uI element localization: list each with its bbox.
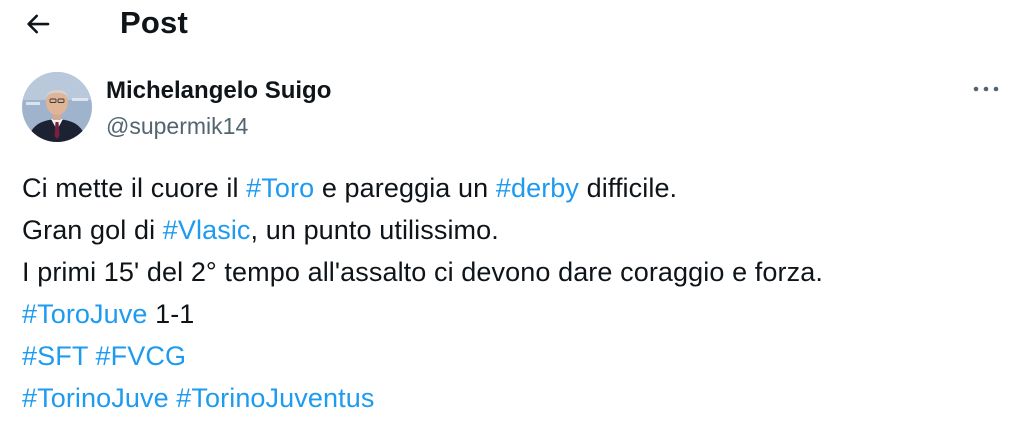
post-header: Post xyxy=(0,0,1024,50)
author-handle[interactable]: @supermik14 xyxy=(106,111,248,141)
hashtag-link[interactable]: #ToroJuve xyxy=(22,299,147,329)
post-text-segment: e pareggia un xyxy=(314,173,496,203)
hashtag-link[interactable]: #SFT xyxy=(22,341,88,371)
post-text: Ci mette il cuore il #Toro e pareggia un… xyxy=(22,167,1002,419)
hashtag-link[interactable]: #TorinoJuventus xyxy=(176,383,374,413)
hashtag-link[interactable]: #derby xyxy=(496,173,579,203)
post-line: #SFT #FVCG xyxy=(22,335,1002,377)
page-title: Post xyxy=(120,5,188,40)
post-text-segment: I primi 15' del 2° tempo all'assalto ci … xyxy=(22,257,823,287)
author-name[interactable]: Michelangelo Suigo xyxy=(106,76,331,106)
hashtag-link[interactable]: #FVCG xyxy=(96,341,187,371)
back-button[interactable] xyxy=(18,4,58,44)
more-options-button[interactable] xyxy=(966,74,1006,104)
hashtag-link[interactable]: #Toro xyxy=(246,173,314,203)
post-text-segment: , un punto utilissimo. xyxy=(250,215,499,245)
avatar[interactable] xyxy=(22,72,92,142)
post-line: Gran gol di #Vlasic, un punto utilissimo… xyxy=(22,209,1002,251)
post-text-segment: difficile. xyxy=(579,173,678,203)
post-text-segment xyxy=(88,341,96,371)
post-text-segment: Ci mette il cuore il xyxy=(22,173,247,203)
profile-photo xyxy=(22,72,92,142)
post-line: #TorinoJuve #TorinoJuventus xyxy=(22,377,1002,419)
hashtag-link[interactable]: #TorinoJuve xyxy=(22,383,169,413)
post-line: #ToroJuve 1-1 xyxy=(22,293,1002,335)
post-line: Ci mette il cuore il #Toro e pareggia un… xyxy=(22,167,1002,209)
arrow-left-icon xyxy=(27,14,50,34)
post-text-segment: 1-1 xyxy=(147,299,195,329)
post-line: I primi 15' del 2° tempo all'assalto ci … xyxy=(22,251,1002,293)
more-horizontal-icon xyxy=(973,86,999,92)
post-text-segment: Gran gol di xyxy=(22,215,163,245)
hashtag-link[interactable]: #Vlasic xyxy=(163,215,251,245)
